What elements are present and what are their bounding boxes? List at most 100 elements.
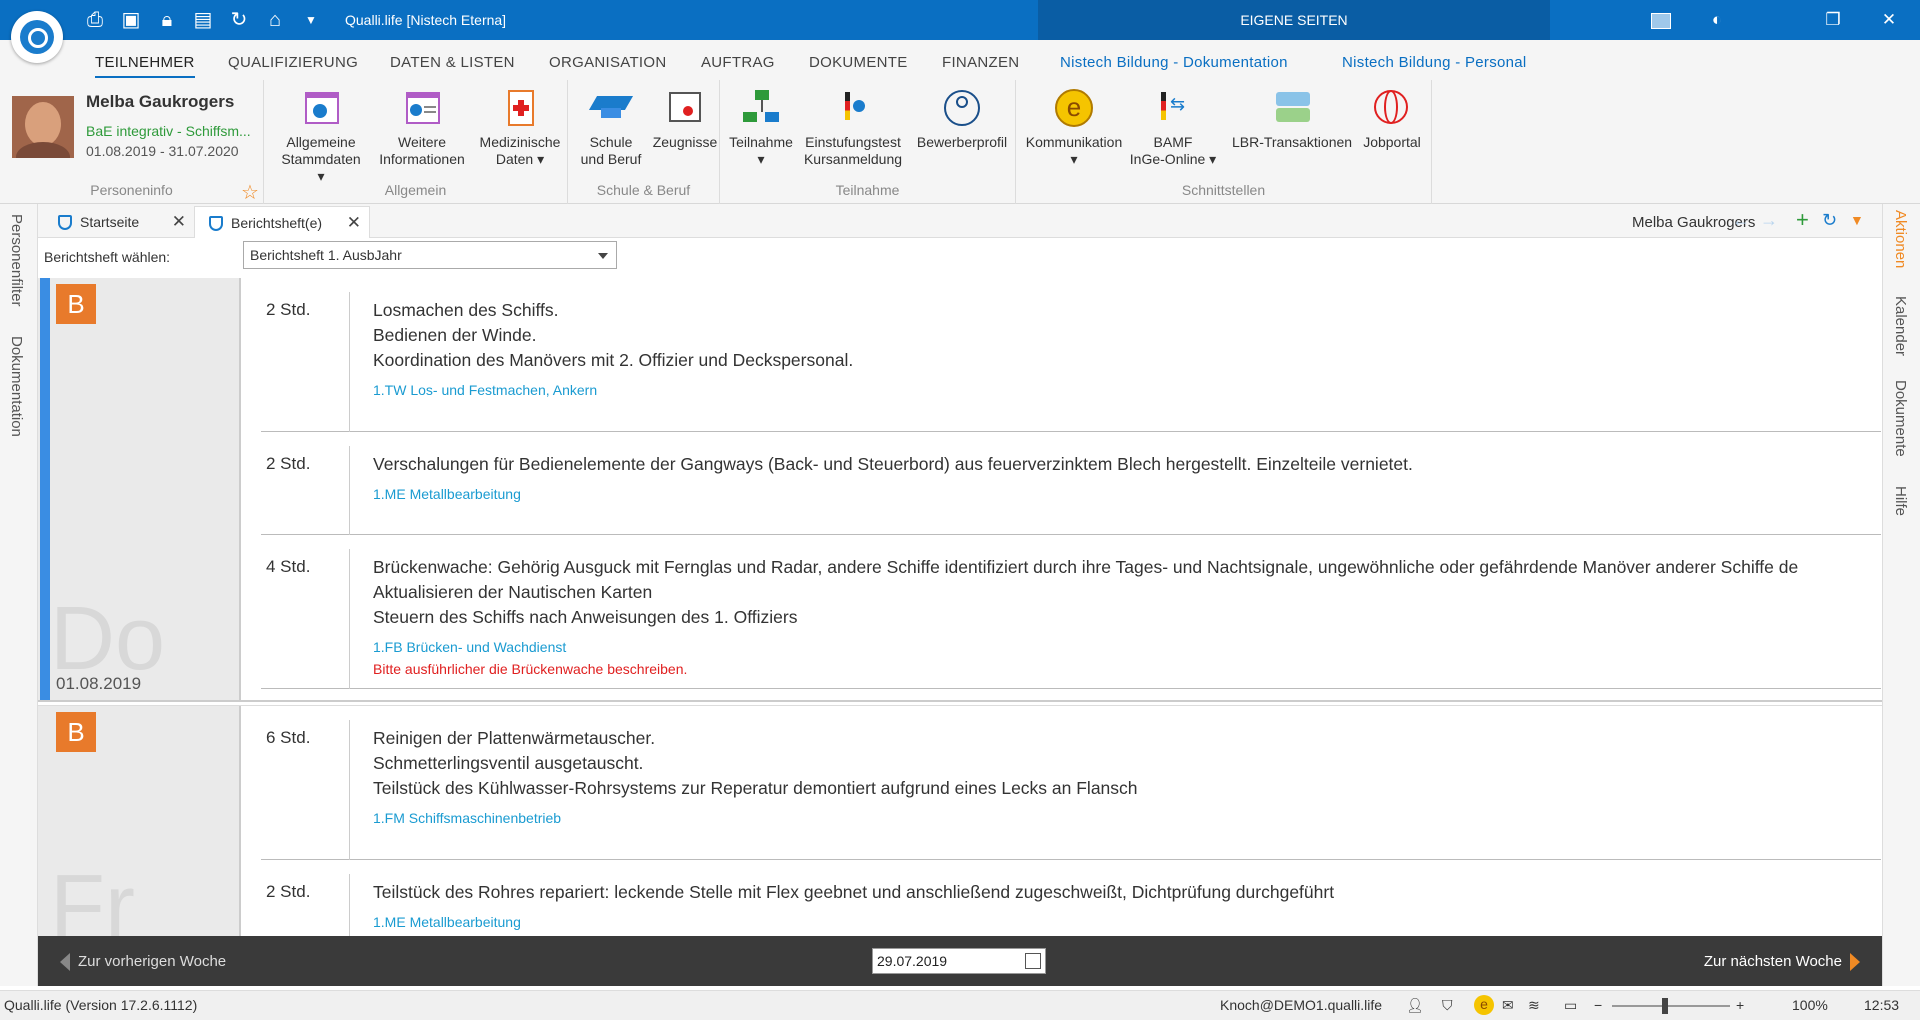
entry-line: Steuern des Schiffs nach Anweisungen des… (373, 607, 798, 627)
entry-separator (349, 874, 350, 936)
layout-icon[interactable] (1636, 0, 1686, 40)
sidebar-kalender[interactable]: Kalender (1892, 296, 1909, 356)
app-logo[interactable] (11, 11, 63, 63)
schule-und-beruf-button[interactable]: Schule und Beruf (572, 88, 650, 168)
user-icon[interactable]: 👤︎ (1406, 997, 1424, 1014)
document-settings-icon[interactable]: ▤ (192, 8, 214, 32)
user-profile-icon (942, 88, 982, 128)
master-data-icon (301, 88, 341, 128)
menu-auftrag[interactable]: AUFTRAG (701, 54, 775, 71)
refresh-icon[interactable]: ↻ (228, 8, 250, 32)
berichtsheft-label: Berichtsheft wählen: (44, 249, 171, 265)
sidebar-personenfilter[interactable]: Personenfilter (8, 214, 25, 307)
sidebar-hilfe[interactable]: Hilfe (1892, 486, 1909, 516)
eigene-seiten-button[interactable]: EIGENE SEITEN (1038, 0, 1550, 40)
teilnahme-button[interactable]: Teilnahme ▾ (724, 88, 798, 168)
entry-separator (349, 549, 350, 689)
window-icon[interactable]: ▭ (1564, 997, 1577, 1014)
group-allgemein: Allgemeine Stammdaten ▾ Weitere Informat… (264, 80, 568, 204)
entry-line: Aktualisieren der Nautischen Karten (373, 582, 653, 602)
person-course[interactable]: BaE integrativ - Schiffsm... (86, 123, 251, 139)
shield-icon (58, 215, 72, 230)
report-entry[interactable]: 4 Std. Brückenwache: Gehörig Ausguck mit… (261, 535, 1881, 689)
calendar-icon[interactable] (1025, 953, 1041, 969)
save-icon[interactable]: ▣ (120, 8, 142, 32)
menu-nistech-dokumentation[interactable]: Nistech Bildung - Dokumentation (1060, 54, 1288, 71)
forward-arrow-icon[interactable]: → (1760, 210, 1778, 231)
medizinische-daten-button[interactable]: Medizinische Daten ▾ (474, 88, 566, 168)
berichtsheft-select[interactable]: Berichtsheft 1. AusbJahr (243, 241, 617, 269)
entry-topic-link[interactable]: 1.ME Metallbearbeitung (373, 483, 1881, 505)
logo-icon (20, 20, 54, 54)
einstufungstest-button[interactable]: Einstufungstest Kursanmeldung (800, 88, 906, 168)
mail-icon[interactable]: ✉ (1502, 997, 1514, 1014)
shield-check-icon[interactable]: ⛉ (1442, 997, 1453, 1014)
shield-icon (209, 216, 223, 231)
home-icon[interactable]: ⌂ (264, 8, 286, 32)
group-schule-beruf: Schule und Beruf Zeugnisse Schule & Beru… (568, 80, 720, 204)
menu-nistech-personal[interactable]: Nistech Bildung - Personal (1342, 54, 1527, 71)
zoom-slider-handle[interactable] (1662, 998, 1668, 1014)
allgemeine-stammdaten-button[interactable]: Allgemeine Stammdaten ▾ (276, 88, 366, 185)
sidebar-aktionen[interactable]: Aktionen (1892, 210, 1909, 268)
print-icon[interactable]: ⎙ (84, 8, 106, 32)
zoom-in-icon[interactable]: + (1736, 997, 1744, 1013)
german-flag-icon (833, 88, 873, 128)
menu-finanzen[interactable]: FINANZEN (942, 54, 1019, 71)
tab-startseite[interactable]: Startseite ✕ (44, 206, 194, 238)
report-content: B Do 01.08.2019 2 Std. Losmachen des Sch… (38, 278, 1882, 936)
dropdown-arrow-icon[interactable]: ▼ (300, 8, 322, 32)
close-window-icon[interactable]: ✕ (1864, 0, 1914, 40)
report-entry[interactable]: 2 Std. Verschalungen für Bedienelemente … (261, 432, 1881, 535)
close-tab-icon[interactable]: ✕ (172, 206, 186, 238)
lbr-icon (1272, 88, 1312, 128)
menu-qualifizierung[interactable]: QUALIFIZIERUNG (228, 54, 358, 71)
menu-daten-listen[interactable]: DATEN & LISTEN (390, 54, 515, 71)
jobportal-button[interactable]: Jobportal (1356, 88, 1428, 151)
report-entry[interactable]: 2 Std. Teilstück des Rohres repariert: l… (261, 860, 1881, 936)
week-date-input[interactable]: 29.07.2019 (872, 948, 1046, 974)
report-entry[interactable]: 2 Std. Losmachen des Schiffs. Bedienen d… (261, 278, 1881, 432)
restore-window-icon[interactable]: ❐ (1808, 0, 1858, 40)
entry-line: Schmetterlingsventil ausgetauscht. (373, 753, 644, 773)
berichtsheft-selector-row: Berichtsheft wählen: Berichtsheft 1. Aus… (38, 238, 1882, 278)
menu-teilnehmer[interactable]: TEILNEHMER (95, 54, 195, 78)
status-badge[interactable]: B (56, 712, 96, 752)
add-icon[interactable]: + (1796, 207, 1809, 233)
weitere-informationen-button[interactable]: Weitere Informationen (372, 88, 472, 168)
e-communication-status-icon[interactable]: e (1474, 995, 1494, 1015)
close-tab-icon[interactable]: ✕ (347, 207, 361, 239)
reload-icon[interactable]: ↻ (1822, 210, 1837, 231)
entry-topic-link[interactable]: 1.FM Schiffsmaschinenbetrieb (373, 807, 1881, 829)
entry-topic-link[interactable]: 1.TW Los- und Festmachen, Ankern (373, 379, 1881, 401)
bewerberprofil-button[interactable]: Bewerberprofil (910, 88, 1014, 151)
bamf-inge-online-button[interactable]: ⇆ BAMF InGe-Online ▾ (1128, 88, 1218, 168)
avatar[interactable] (12, 96, 74, 158)
zoom-slider[interactable] (1612, 1005, 1730, 1007)
zoom-out-icon[interactable]: − (1594, 997, 1602, 1013)
status-badge[interactable]: B (56, 284, 96, 324)
entry-topic-link[interactable]: 1.ME Metallbearbeitung (373, 911, 1881, 933)
menu-dokumente[interactable]: DOKUMENTE (809, 54, 908, 71)
previous-week-button[interactable]: Zur vorherigen Woche (60, 953, 226, 971)
zeugnisse-button[interactable]: Zeugnisse (650, 88, 720, 151)
theme-toggle-icon[interactable]: ◐ (1692, 0, 1742, 40)
quick-access-toolbar: ⎙ ▣ 🔒︎ ▤ ↻ ⌂ ▼ (84, 8, 322, 32)
back-arrow-icon[interactable]: ← (1732, 210, 1750, 231)
wifi-icon[interactable]: ≋ (1528, 997, 1540, 1014)
report-entry[interactable]: 6 Std. Reinigen der Plattenwärmetauscher… (261, 706, 1881, 860)
favorite-star-icon[interactable]: ☆ (241, 180, 259, 205)
lbr-transaktionen-button[interactable]: LBR-Transaktionen (1230, 88, 1354, 151)
sidebar-dokumente[interactable]: Dokumente (1892, 380, 1909, 457)
entry-text: Reinigen der Plattenwärmetauscher. Schme… (373, 726, 1881, 829)
tab-berichtshefte[interactable]: Berichtsheft(e) ✕ (194, 206, 370, 238)
lock-icon[interactable]: 🔒︎ (156, 8, 178, 32)
menu-dropdown-icon[interactable]: ▼ (1850, 212, 1864, 228)
entry-topic-link[interactable]: 1.FB Brücken- und Wachdienst (373, 636, 1881, 658)
entry-line: Reinigen der Plattenwärmetauscher. (373, 728, 656, 748)
next-week-button[interactable]: Zur nächsten Woche (1704, 953, 1860, 971)
person-name: Melba Gaukrogers (86, 92, 235, 111)
sidebar-dokumentation[interactable]: Dokumentation (8, 336, 25, 437)
kommunikation-button[interactable]: e Kommunikation ▾ (1020, 88, 1128, 168)
menu-organisation[interactable]: ORGANISATION (549, 54, 667, 71)
